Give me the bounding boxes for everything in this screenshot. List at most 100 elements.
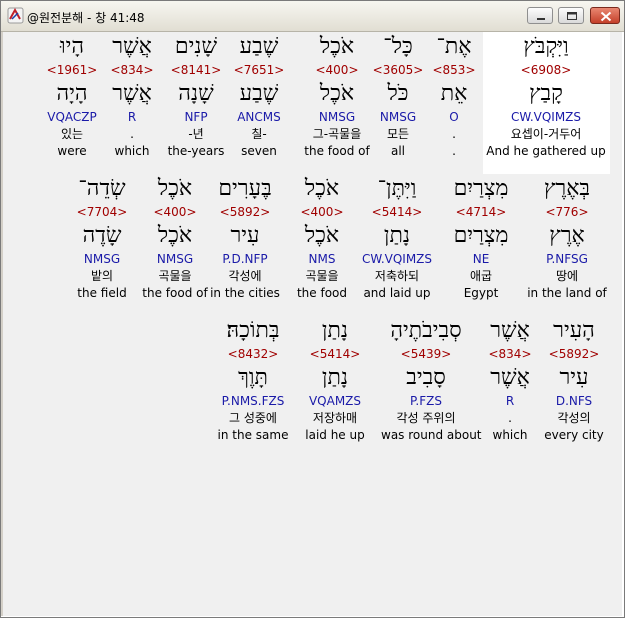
- compass-icon[interactable]: [7, 7, 24, 24]
- strong-number: <7704>: [76, 205, 128, 219]
- hebrew-word: וַיִּתֶּן־: [377, 176, 417, 201]
- strong-number: <1961>: [46, 63, 98, 77]
- parsing-code: NMSG: [379, 110, 417, 124]
- interlinear-panel: וַיִּקְבֹּץ <6908> קָבַץ CW.VQIMZS 요셉이-거두어 An…: [1, 32, 622, 616]
- word-cell[interactable]: מִצְרַיִם <4714> מִצְרַיִם NE 애굽 Egypt: [451, 174, 511, 302]
- parsing-code: P.FZS: [410, 394, 442, 408]
- word-cell[interactable]: אֲשֶׁר <834> אֲשֶׁר R. which: [486, 316, 534, 444]
- word-cell[interactable]: וַיִּתֶּן־ <5414> נָתַן CW.VQIMZS 저축하되 and la…: [356, 174, 438, 302]
- close-icon: [600, 11, 612, 22]
- english-gloss: And he gathered up: [486, 144, 606, 158]
- hebrew-word: בֶּעָרִים: [218, 176, 272, 201]
- hebrew-word: אֶת־: [436, 34, 472, 59]
- minimize-button[interactable]: [527, 7, 553, 24]
- word-cell[interactable]: הָעִיר <5892> עִיר D.NFS 각성의 every city: [544, 316, 604, 444]
- lexical-form: אֲשֶׁר: [490, 365, 530, 390]
- word-cell[interactable]: אֹכֶל <400> אֹכֶל NMSG 곡물을 the food of: [142, 174, 208, 302]
- hebrew-word: בְּתוֹכָהּ׃: [226, 318, 280, 343]
- word-cell[interactable]: בְּתוֹכָהּ׃ <8432> תָּוֶךְ P.NMS.FZS 그 성중에 in…: [214, 316, 292, 444]
- app-window: @원전분해 - 창 41:48 וַיִּקְבֹּץ <6908> קָבַץ CW…: [0, 0, 625, 618]
- title-bar[interactable]: @원전분해 - 창 41:48: [1, 1, 624, 32]
- word-cell[interactable]: שֶׁבַע <7651> שֶׁבַע ANCMS 칠-seven: [228, 32, 290, 160]
- parsing-code: VQAMZS: [308, 394, 362, 408]
- english-gloss: seven: [241, 144, 277, 158]
- strong-number: <853>: [432, 63, 476, 77]
- word-cell[interactable]: אֹכֶל <400> אֹכֶל NMSG 그-곡물을 the food of: [297, 32, 377, 160]
- parsing-code: P.NMS.FZS: [221, 394, 285, 408]
- korean-gloss: 애굽: [469, 269, 493, 283]
- english-gloss: all: [390, 144, 406, 158]
- hebrew-word: הָיוּ: [59, 34, 85, 59]
- lexical-form: מִצְרַיִם: [453, 223, 509, 248]
- strong-number: <8141>: [170, 63, 222, 77]
- hebrew-word: אֹכֶל: [319, 34, 355, 59]
- english-gloss: in the land of: [527, 286, 607, 300]
- strong-number: <5892>: [548, 347, 600, 361]
- lexical-form: אֶרֶץ: [549, 223, 585, 248]
- korean-gloss: .: [452, 127, 456, 141]
- korean-gloss: 밭의: [90, 269, 114, 283]
- parsing-code: NMSG: [156, 252, 194, 266]
- lexical-form: כֹּל: [387, 81, 409, 106]
- lexical-form: עִיר: [230, 223, 260, 248]
- parsing-code: P.NFSG: [546, 252, 588, 266]
- strong-number: <4714>: [455, 205, 507, 219]
- parsing-code: NMSG: [318, 110, 356, 124]
- english-gloss: were: [57, 144, 87, 158]
- korean-gloss: .: [130, 127, 134, 141]
- hebrew-word: כָּל־: [383, 34, 413, 59]
- lexical-form: נָתַן: [321, 365, 349, 390]
- english-gloss: in the cities: [210, 286, 280, 300]
- lexical-form: עִיר: [559, 365, 589, 390]
- korean-gloss: 모든: [386, 127, 410, 141]
- word-cell[interactable]: סְבִיבֹתֶיהָ <5439> סָבִיב P.FZS 각성 주위의 was r…: [381, 316, 482, 444]
- word-cell[interactable]: בְּאֶרֶץ <776> אֶרֶץ P.NFSG 땅에 in the land of: [527, 174, 607, 302]
- word-cell[interactable]: אֶת־ <853> אֵת O..: [430, 32, 478, 160]
- word-cell[interactable]: אֹכֶל <400> אֹכֶל NMS 곡물을 the food: [291, 174, 353, 302]
- korean-gloss: 곡물을: [305, 269, 339, 283]
- lexical-form: אֹכֶל: [157, 223, 193, 248]
- parsing-code: R: [505, 394, 515, 408]
- strong-number: <834>: [488, 347, 532, 361]
- english-gloss: the-years: [167, 144, 225, 158]
- english-gloss: was round about: [381, 428, 482, 442]
- hebrew-word: שֶׁבַע: [239, 34, 279, 59]
- word-cell[interactable]: שְׂדֵה־ <7704> שָׂדֶה NMSG 밭의 the field: [74, 174, 130, 302]
- parsing-code: CW.VQIMZS: [361, 252, 433, 266]
- parsing-code: D.NFS: [555, 394, 593, 408]
- word-cell[interactable]: בֶּעָרִים <5892> עִיר P.D.NFP 각성에 in the citi…: [210, 174, 280, 302]
- word-cell[interactable]: הָיוּ <1961> הָיָה VQACZP 있는 were: [41, 32, 103, 160]
- parsing-code: CW.VQIMZS: [510, 110, 582, 124]
- hebrew-word: אֲשֶׁר: [490, 318, 530, 343]
- strong-number: <3605>: [372, 63, 424, 77]
- korean-gloss: 땅에: [555, 269, 579, 283]
- hebrew-word: מִצְרַיִם: [453, 176, 509, 201]
- english-gloss: the field: [77, 286, 127, 300]
- maximize-icon: [567, 12, 577, 20]
- strong-number: <5414>: [371, 205, 423, 219]
- word-cell[interactable]: שָׁנִים <8141> שָׁנָה NFP -년 the-years: [165, 32, 227, 160]
- korean-gloss: 각성 주위의: [396, 411, 456, 425]
- hebrew-word: סְבִיבֹתֶיהָ: [390, 318, 462, 343]
- lexical-form: נָתַן: [383, 223, 411, 248]
- word-cell[interactable]: וַיִּקְבֹּץ <6908> קָבַץ CW.VQIMZS 요셉이-거두어 An…: [482, 32, 610, 174]
- korean-gloss: 그 성중에: [229, 411, 277, 425]
- strong-number: <776>: [545, 205, 589, 219]
- parsing-code: NE: [472, 252, 490, 266]
- word-cell[interactable]: אֲשֶׁר <834> אֲשֶׁר R. which: [107, 32, 157, 160]
- hebrew-word: אֲשֶׁר: [112, 34, 152, 59]
- word-cell[interactable]: נָתַן <5414> נָתַן VQAMZS 저장하매 laid he up: [302, 316, 368, 444]
- hebrew-word: אֹכֶל: [157, 176, 193, 201]
- lexical-form: שָׁנָה: [178, 81, 214, 106]
- parsing-code: NMSG: [83, 252, 121, 266]
- word-cell[interactable]: כָּל־ <3605> כֹּל NMSG 모든 all: [372, 32, 424, 160]
- korean-gloss: 있는: [60, 127, 84, 141]
- english-gloss: which: [114, 144, 150, 158]
- lexical-form: סָבִיב: [406, 365, 446, 390]
- lexical-form: שֶׁבַע: [239, 81, 279, 106]
- strong-number: <7651>: [233, 63, 285, 77]
- maximize-button[interactable]: [558, 7, 584, 24]
- strong-number: <400>: [153, 205, 197, 219]
- lexical-form: אֹכֶל: [319, 81, 355, 106]
- close-button[interactable]: [590, 7, 620, 24]
